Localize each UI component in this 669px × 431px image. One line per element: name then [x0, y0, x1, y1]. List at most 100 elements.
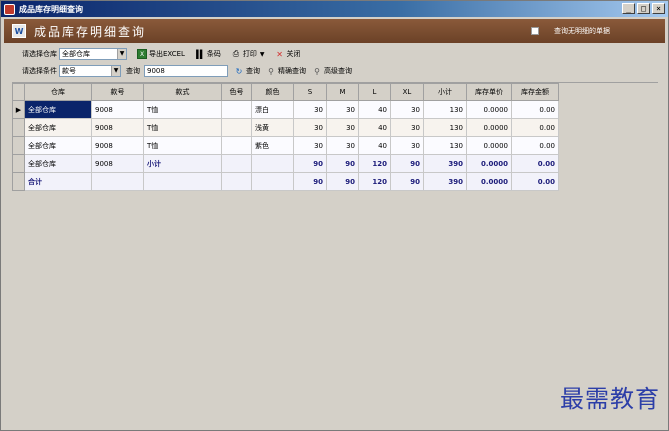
inventory-grid[interactable]: 仓库 款号 款式 色号 颜色 S M L XL 小计 库存单价 库存金额 ▶ 全…: [12, 82, 658, 428]
table-cell[interactable]: 0.00: [511, 154, 559, 173]
table-cell[interactable]: 390: [423, 154, 467, 173]
table-cell[interactable]: [221, 100, 252, 119]
table-cell[interactable]: [221, 118, 252, 137]
table-cell[interactable]: T恤: [143, 136, 222, 155]
export-excel-button[interactable]: X 导出EXCEL: [137, 49, 185, 59]
table-cell[interactable]: 90: [390, 154, 424, 173]
advanced-search-button[interactable]: ⚲ 高级查询: [312, 66, 352, 76]
table-cell[interactable]: [221, 136, 252, 155]
table-cell[interactable]: 30: [293, 136, 327, 155]
print-button[interactable]: ⎙ 打印 ▼: [231, 49, 265, 59]
table-cell[interactable]: 30: [326, 136, 359, 155]
grand-total-row[interactable]: 合计 90 90 120 90 390 0.0000 0.00: [12, 172, 559, 191]
table-cell[interactable]: 浅黄: [251, 118, 294, 137]
table-cell[interactable]: 130: [423, 136, 467, 155]
table-cell[interactable]: 合计: [24, 172, 92, 191]
table-cell[interactable]: 0.0000: [466, 172, 512, 191]
toolbar-row-condition: 请选择条件 款号 ▼ 查询 9008 ↻ 查询 ⚲ 精确查询 ⚲ 高级查询: [22, 64, 352, 78]
table-cell[interactable]: 90: [326, 154, 359, 173]
column-header[interactable]: 色号: [221, 83, 252, 101]
page-title: 成品库存明细查询: [34, 24, 147, 39]
close-window-button[interactable]: ×: [652, 3, 665, 14]
table-cell[interactable]: 紫色: [251, 136, 294, 155]
table-cell[interactable]: [251, 154, 294, 173]
table-cell[interactable]: 全部仓库: [24, 100, 92, 119]
table-cell[interactable]: 0.0000: [466, 118, 512, 137]
table-cell[interactable]: 9008: [91, 154, 144, 173]
warehouse-select[interactable]: 全部仓库 ▼: [59, 48, 127, 60]
table-cell[interactable]: 40: [358, 118, 391, 137]
condition-select[interactable]: 款号 ▼: [59, 65, 121, 77]
column-header[interactable]: M: [326, 83, 359, 101]
table-row[interactable]: 全部仓库 9008 T恤 浅黄 30 30 40 30 130 0.0000 0…: [12, 118, 559, 137]
table-cell[interactable]: 30: [390, 118, 424, 137]
column-header[interactable]: 库存金额: [511, 83, 559, 101]
table-cell[interactable]: 130: [423, 118, 467, 137]
minimize-button[interactable]: _: [622, 3, 635, 14]
table-cell[interactable]: 90: [390, 172, 424, 191]
table-cell[interactable]: 30: [326, 118, 359, 137]
table-row[interactable]: 全部仓库 9008 T恤 紫色 30 30 40 30 130 0.0000 0…: [12, 136, 559, 155]
column-header[interactable]: 库存单价: [466, 83, 512, 101]
table-cell[interactable]: 漂白: [251, 100, 294, 119]
table-cell[interactable]: 30: [293, 100, 327, 119]
table-row[interactable]: ▶ 全部仓库 9008 T恤 漂白 30 30 40 30 130 0.0000…: [12, 100, 559, 119]
table-cell[interactable]: 30: [390, 100, 424, 119]
table-cell[interactable]: 40: [358, 136, 391, 155]
table-cell[interactable]: 全部仓库: [24, 136, 92, 155]
table-cell[interactable]: 90: [293, 172, 327, 191]
column-header[interactable]: 款式: [143, 83, 222, 101]
table-cell[interactable]: 0.00: [511, 136, 559, 155]
table-cell[interactable]: 30: [326, 100, 359, 119]
table-cell[interactable]: 130: [423, 100, 467, 119]
table-cell[interactable]: 0.0000: [466, 100, 512, 119]
column-header[interactable]: 颜色: [251, 83, 294, 101]
table-cell[interactable]: 9008: [91, 118, 144, 137]
query-input[interactable]: 9008: [144, 65, 228, 77]
table-cell[interactable]: 0.00: [511, 172, 559, 191]
column-header[interactable]: 款号: [91, 83, 144, 101]
table-cell[interactable]: 全部仓库: [24, 154, 92, 173]
close-button[interactable]: ✕ 关闭: [275, 49, 300, 59]
search-button[interactable]: ↻ 查询: [234, 66, 260, 76]
table-cell[interactable]: T恤: [143, 100, 222, 119]
table-cell[interactable]: 0.00: [511, 118, 559, 137]
table-cell[interactable]: 全部仓库: [24, 118, 92, 137]
table-cell[interactable]: [251, 172, 294, 191]
row-indicator: [12, 172, 25, 191]
filter-icon: ⚲: [314, 66, 320, 76]
table-cell[interactable]: 30: [293, 118, 327, 137]
maximize-button[interactable]: □: [637, 3, 650, 14]
current-row-indicator-icon: ▶: [12, 100, 25, 119]
exact-search-button[interactable]: ⚲ 精确查询: [266, 66, 306, 76]
table-cell[interactable]: 40: [358, 100, 391, 119]
no-detail-checkbox[interactable]: [531, 27, 539, 35]
column-header[interactable]: L: [358, 83, 391, 101]
table-cell[interactable]: 0.0000: [466, 154, 512, 173]
table-cell[interactable]: 30: [390, 136, 424, 155]
subtotal-row[interactable]: 全部仓库 9008 小计 90 90 120 90 390 0.0000 0.0…: [12, 154, 559, 173]
column-header[interactable]: S: [293, 83, 327, 101]
column-header[interactable]: XL: [390, 83, 424, 101]
table-cell[interactable]: 120: [358, 154, 391, 173]
table-cell[interactable]: [91, 172, 144, 191]
print-dropdown-icon[interactable]: ▼: [260, 51, 265, 58]
column-header[interactable]: 小计: [423, 83, 467, 101]
table-cell[interactable]: 120: [358, 172, 391, 191]
table-cell[interactable]: 9008: [91, 100, 144, 119]
table-cell[interactable]: T恤: [143, 118, 222, 137]
table-cell[interactable]: 390: [423, 172, 467, 191]
table-cell[interactable]: 90: [326, 172, 359, 191]
table-cell[interactable]: [221, 172, 252, 191]
table-cell[interactable]: 小计: [143, 154, 222, 173]
table-cell[interactable]: [143, 172, 222, 191]
table-cell[interactable]: 9008: [91, 136, 144, 155]
table-cell[interactable]: [221, 154, 252, 173]
column-header[interactable]: 仓库: [24, 83, 92, 101]
table-cell[interactable]: 0.00: [511, 100, 559, 119]
table-cell[interactable]: 90: [293, 154, 327, 173]
chevron-down-icon[interactable]: ▼: [117, 49, 126, 59]
barcode-button[interactable]: ▌▌ 条码: [195, 49, 221, 59]
table-cell[interactable]: 0.0000: [466, 136, 512, 155]
chevron-down-icon[interactable]: ▼: [111, 66, 120, 76]
